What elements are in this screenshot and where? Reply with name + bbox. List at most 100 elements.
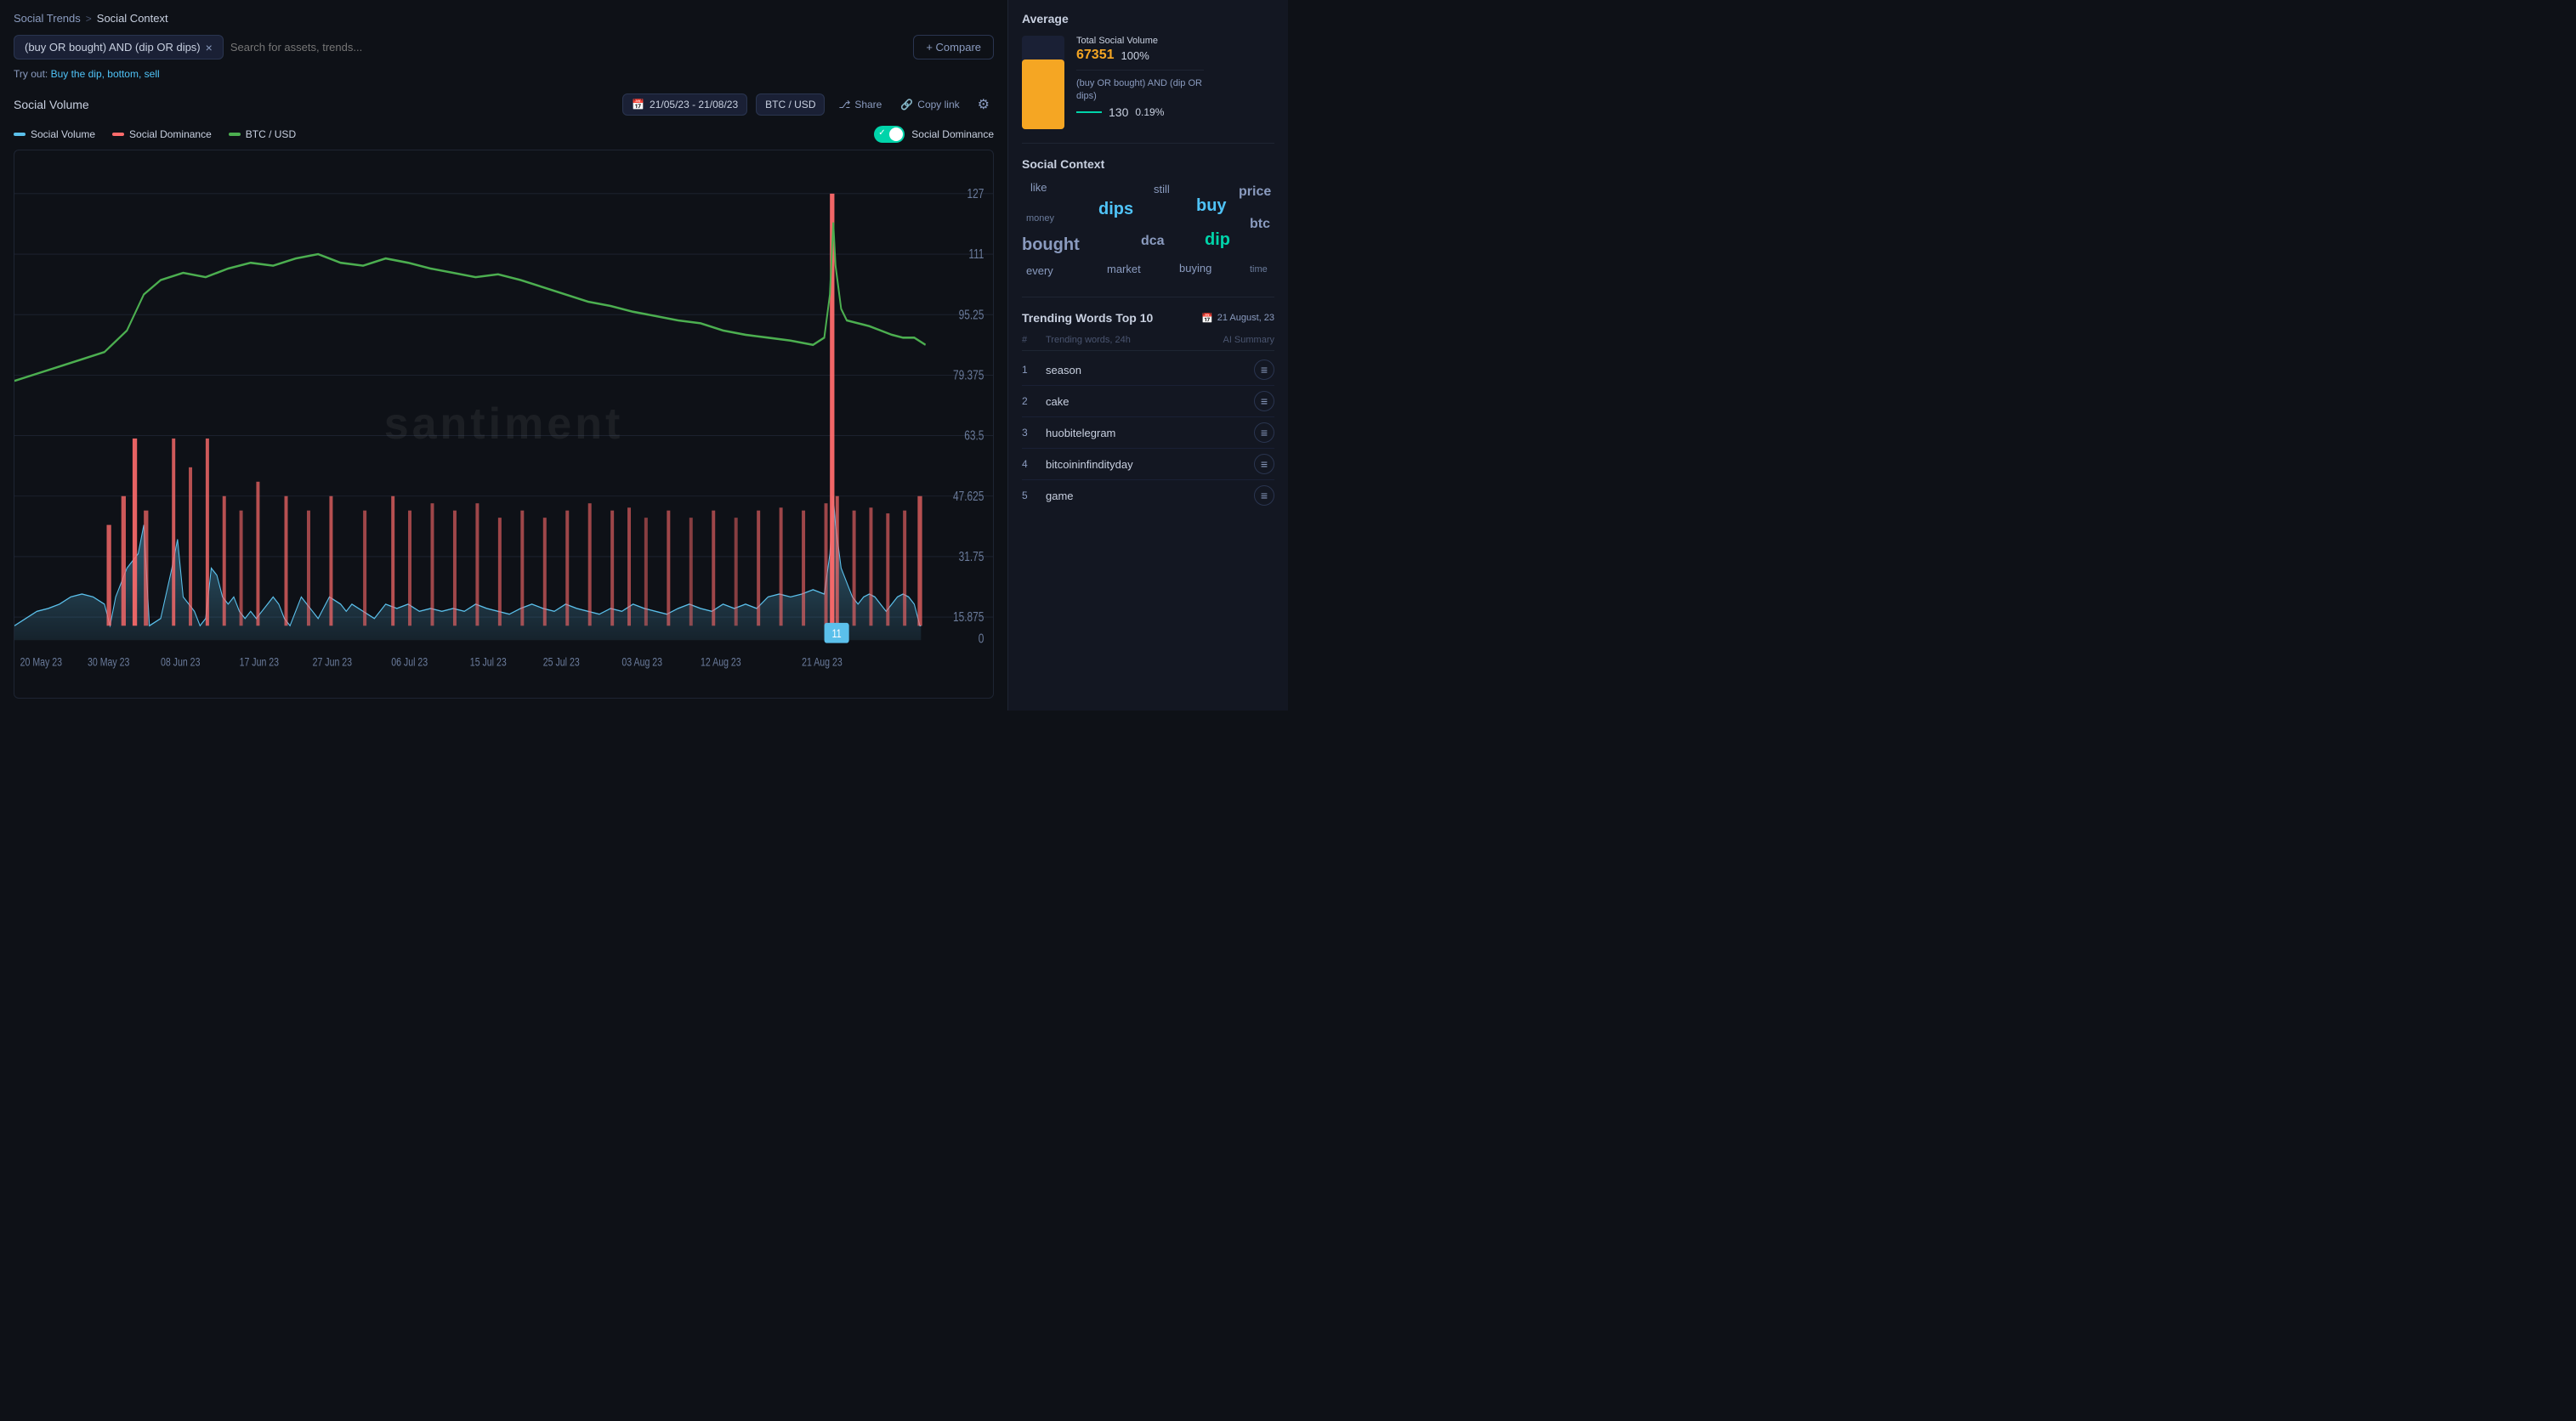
avg-total-percent: 100% xyxy=(1121,49,1149,62)
tryout-bar: Try out: Buy the dip, bottom, sell xyxy=(14,68,994,80)
toggle-label: Social Dominance xyxy=(911,128,994,140)
svg-text:127: 127 xyxy=(967,187,984,201)
avg-query-number: 130 xyxy=(1109,105,1128,119)
avg-teal-line xyxy=(1076,111,1102,113)
word-buying[interactable]: buying xyxy=(1179,262,1211,275)
search-tag[interactable]: (buy OR bought) AND (dip OR dips) × xyxy=(14,35,224,59)
average-bar-container xyxy=(1022,36,1064,129)
legend-dot-social-volume xyxy=(14,133,26,136)
legend-social-dominance: Social Dominance xyxy=(112,128,212,140)
row-word: huobitelegram xyxy=(1046,427,1247,439)
svg-text:27 Jun 23: 27 Jun 23 xyxy=(313,655,353,669)
word-dip[interactable]: dip xyxy=(1205,230,1230,250)
avg-query-percent: 0.19% xyxy=(1135,106,1164,118)
social-dominance-toggle[interactable]: ✓ xyxy=(874,126,905,143)
svg-text:15 Jul 23: 15 Jul 23 xyxy=(470,655,507,669)
row-number: 1 xyxy=(1022,364,1039,376)
right-panel: Average Total Social Volume 67351 xyxy=(1007,0,1288,710)
social-context-title: Social Context xyxy=(1022,157,1274,171)
average-section: Average Total Social Volume 67351 xyxy=(1022,12,1274,129)
trending-row: 2 cake ≡ xyxy=(1022,386,1274,417)
svg-text:30 May 23: 30 May 23 xyxy=(88,655,130,669)
date-range-text: 21/05/23 - 21/08/23 xyxy=(650,99,738,110)
ai-summary-button[interactable]: ≡ xyxy=(1254,359,1274,380)
share-icon: ⎇ xyxy=(838,99,850,110)
trending-col-header: # Trending words, 24h AI Summary xyxy=(1022,331,1274,351)
word-btc[interactable]: btc xyxy=(1250,217,1270,232)
social-context-section: Social Context like still buy price money dip… xyxy=(1022,157,1274,283)
word-dca[interactable]: dca xyxy=(1141,234,1165,249)
breadcrumb-parent[interactable]: Social Trends xyxy=(14,12,81,25)
legend-social-volume: Social Volume xyxy=(14,128,95,140)
svg-text:63.5: 63.5 xyxy=(964,428,984,443)
word-market[interactable]: market xyxy=(1107,263,1141,275)
copy-link-button[interactable]: 🔗 Copy link xyxy=(895,94,964,115)
chart-header: Social Volume 📅 21/05/23 - 21/08/23 BTC … xyxy=(14,92,994,117)
avg-total-number: 67351 xyxy=(1076,48,1115,63)
trending-rows: 1 season ≡ 2 cake ≡ 3 huobitelegram ≡ 4 … xyxy=(1022,354,1274,511)
ai-summary-button[interactable]: ≡ xyxy=(1254,454,1274,474)
search-bar: (buy OR bought) AND (dip OR dips) × + Co… xyxy=(14,35,994,59)
chart-svg: 127 111 95.25 79.375 63.5 47.625 31.75 1… xyxy=(14,150,993,698)
avg-query-row: (buy OR bought) AND (dip OR dips) 130 0.… xyxy=(1076,77,1204,119)
compare-button[interactable]: + Compare xyxy=(913,35,994,59)
calendar-icon: 📅 xyxy=(632,99,644,110)
svg-text:11: 11 xyxy=(832,627,842,641)
currency-button[interactable]: BTC / USD xyxy=(756,93,825,116)
svg-text:20 May 23: 20 May 23 xyxy=(20,655,63,669)
search-tag-text: (buy OR bought) AND (dip OR dips) xyxy=(25,41,201,54)
average-info: Total Social Volume 67351 100% (buy OR b… xyxy=(1076,36,1204,119)
breadcrumb-current: Social Context xyxy=(97,12,168,25)
word-time[interactable]: time xyxy=(1250,264,1268,275)
breadcrumb: Social Trends > Social Context xyxy=(14,12,994,25)
tryout-links[interactable]: Buy the dip, bottom, sell xyxy=(51,68,160,80)
word-every[interactable]: every xyxy=(1026,264,1053,277)
ai-summary-button[interactable]: ≡ xyxy=(1254,391,1274,411)
ai-summary-button[interactable]: ≡ xyxy=(1254,422,1274,443)
trending-row: 4 bitcoininfindityday ≡ xyxy=(1022,449,1274,480)
word-like[interactable]: like xyxy=(1030,181,1047,194)
toggle-group: ✓ Social Dominance xyxy=(874,126,994,143)
settings-button[interactable]: ⚙ xyxy=(973,92,994,117)
word-price[interactable]: price xyxy=(1239,184,1271,200)
word-bought[interactable]: bought xyxy=(1022,235,1080,255)
svg-text:111: 111 xyxy=(968,247,984,262)
word-buy[interactable]: buy xyxy=(1196,196,1227,216)
trending-row: 1 season ≡ xyxy=(1022,354,1274,386)
calendar-icon-small: 📅 xyxy=(1201,313,1213,324)
chart-legend: Social Volume Social Dominance BTC / USD… xyxy=(14,126,994,143)
trending-date: 📅 21 August, 23 xyxy=(1201,313,1274,324)
tryout-label: Try out: xyxy=(14,68,48,80)
date-range-button[interactable]: 📅 21/05/23 - 21/08/23 xyxy=(622,93,747,116)
trending-title: Trending Words Top 10 xyxy=(1022,311,1153,325)
chart-controls: 📅 21/05/23 - 21/08/23 BTC / USD ⎇ Share … xyxy=(622,92,994,117)
row-word: bitcoininfindityday xyxy=(1046,458,1247,471)
search-input[interactable] xyxy=(230,36,907,59)
svg-text:95.25: 95.25 xyxy=(959,308,984,322)
word-money[interactable]: money xyxy=(1026,213,1054,224)
row-number: 5 xyxy=(1022,490,1039,501)
trending-header: Trending Words Top 10 📅 21 August, 23 xyxy=(1022,311,1274,325)
word-dips[interactable]: dips xyxy=(1098,200,1133,219)
svg-text:06 Jul 23: 06 Jul 23 xyxy=(391,655,428,669)
trending-row: 3 huobitelegram ≡ xyxy=(1022,417,1274,449)
row-word: game xyxy=(1046,490,1247,502)
share-button[interactable]: ⎇ Share xyxy=(833,94,887,115)
legend-btc-usd: BTC / USD xyxy=(229,128,296,140)
legend-dot-social-dominance xyxy=(112,133,124,136)
average-content: Total Social Volume 67351 100% (buy OR b… xyxy=(1022,36,1274,129)
avg-total-row: Total Social Volume 67351 100% xyxy=(1076,36,1204,63)
row-number: 4 xyxy=(1022,458,1039,470)
row-word: season xyxy=(1046,364,1247,376)
breadcrumb-separator: > xyxy=(86,13,92,25)
close-icon[interactable]: × xyxy=(206,42,213,54)
legend-dot-btc-usd xyxy=(229,133,241,136)
link-icon: 🔗 xyxy=(900,99,913,110)
ai-summary-button[interactable]: ≡ xyxy=(1254,485,1274,506)
trending-table: # Trending words, 24h AI Summary 1 seaso… xyxy=(1022,331,1274,511)
row-word: cake xyxy=(1046,395,1247,408)
row-number: 2 xyxy=(1022,395,1039,407)
word-still[interactable]: still xyxy=(1154,183,1170,195)
svg-text:08 Jun 23: 08 Jun 23 xyxy=(161,655,201,669)
word-cloud: like still buy price money dips btc bought dca di… xyxy=(1022,181,1274,283)
